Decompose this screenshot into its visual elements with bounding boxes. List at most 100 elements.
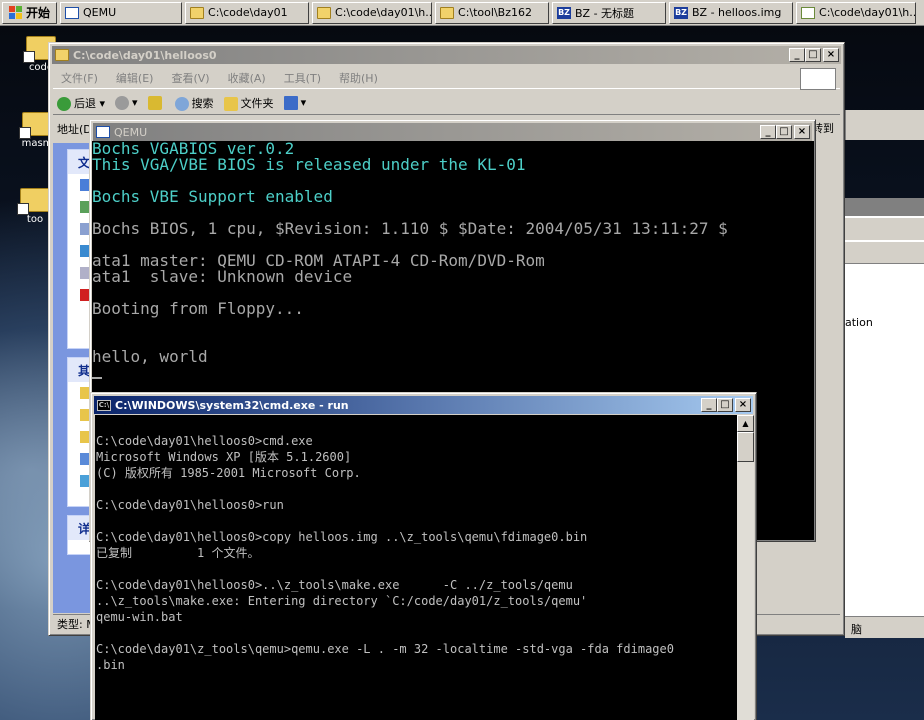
cmd-console-line: C:\code\day01\helloos0>..\z_tools\make.e…: [96, 578, 573, 592]
folders-label: 文件夹: [240, 96, 274, 110]
taskbar-button-label: C:\code\day01: [208, 6, 288, 19]
menu-file[interactable]: 文件(F): [61, 70, 98, 86]
taskbar-button-notepad[interactable]: C:\code\day01\h...: [796, 1, 917, 24]
maximize-button[interactable]: □: [805, 48, 821, 62]
qemu-window-icon: [96, 126, 110, 138]
background-window-label: ation: [845, 316, 873, 329]
menu-view[interactable]: 查看(V): [171, 70, 209, 86]
background-window-status: 脑: [845, 616, 924, 638]
cmd-console-line: C:\code\day01\helloos0>copy helloos.img …: [96, 530, 588, 544]
taskbar-button-helloos-folder[interactable]: C:\code\day01\h...: [312, 1, 433, 24]
folder-shortcut-icon: [17, 188, 50, 215]
search-label: 搜索: [191, 96, 214, 110]
search-icon: [174, 96, 189, 111]
views-icon: [283, 95, 298, 110]
views-button[interactable]: ▾: [283, 95, 306, 110]
folder-icon: [55, 49, 69, 61]
scroll-up-arrow-icon[interactable]: ▲: [737, 415, 754, 432]
close-button[interactable]: ×: [794, 125, 810, 139]
back-button[interactable]: 后退 ▾: [57, 95, 105, 111]
search-button[interactable]: 搜索: [174, 95, 214, 111]
folder-icon: [190, 6, 205, 19]
qemu-console-line: Bochs BIOS, 1 cpu, $Revision: 1.110 $ $D…: [92, 219, 728, 238]
cmd-console-line: [96, 561, 737, 577]
taskbar-button-qemu[interactable]: QEMU: [60, 1, 183, 24]
cmd-title: C:\WINDOWS\system32\cmd.exe - run: [115, 398, 349, 412]
background-window-address-area: [845, 110, 924, 140]
forward-button[interactable]: ▾: [115, 95, 138, 110]
bz-icon: BZ: [674, 6, 689, 19]
qemu-console-line: ata1 slave: Unknown device: [92, 267, 353, 286]
background-window: ation 脑: [845, 198, 924, 638]
minimize-button[interactable]: _: [789, 48, 805, 62]
cmd-window: C:\ C:\WINDOWS\system32\cmd.exe - run _ …: [90, 392, 757, 720]
cmd-console-line: [96, 417, 737, 433]
qemu-titlebar[interactable]: QEMU _ □ ×: [93, 123, 812, 141]
forward-arrow-icon: [115, 95, 130, 110]
cmd-console-line: (C) 版权所有 1985-2001 Microsoft Corp.: [96, 466, 361, 480]
taskbar-button-label: BZ - helloos.img: [692, 6, 782, 19]
explorer-toolbar: 后退 ▾ ▾ 搜索 文件夹 ▾: [53, 91, 840, 115]
start-button[interactable]: 开始: [2, 1, 58, 24]
qemu-cursor: [92, 365, 814, 381]
explorer-titlebar[interactable]: C:\code\day01\helloos0 _ □ ×: [52, 46, 841, 64]
close-button[interactable]: ×: [823, 48, 839, 62]
notepad-icon: [801, 6, 816, 19]
maximize-button[interactable]: □: [717, 398, 733, 412]
cmd-console-line: Microsoft Windows XP [版本 5.1.2600]: [96, 450, 352, 464]
taskbar-button-label: C:\code\day01\h...: [819, 6, 917, 19]
console-icon: C:\: [97, 399, 111, 411]
qemu-window-icon: [65, 6, 80, 19]
cmd-console-line: qemu-win.bat: [96, 610, 183, 624]
start-label: 开始: [26, 6, 51, 20]
taskbar-button-bz-helloos[interactable]: BZ BZ - helloos.img: [669, 1, 794, 24]
background-window-titlebar: [845, 198, 924, 216]
cmd-console[interactable]: C:\code\day01\helloos0>cmd.exe Microsoft …: [95, 415, 737, 720]
background-window-toolbar: [845, 242, 924, 264]
qemu-console-line: This VGA/VBE BIOS is released under the …: [92, 155, 526, 174]
qemu-console-line: hello, world: [92, 347, 208, 366]
taskbar-button-bz162-folder[interactable]: C:\tool\Bz162: [435, 1, 550, 24]
bz-icon: BZ: [557, 6, 572, 19]
cmd-scrollbar[interactable]: ▲: [737, 415, 754, 720]
taskbar-button-label: BZ - 无标题: [575, 6, 635, 20]
taskbar: 开始 QEMU C:\code\day01 C:\code\day01\h...…: [0, 0, 924, 26]
cmd-console-line: .bin: [96, 658, 125, 672]
maximize-button[interactable]: □: [776, 125, 792, 139]
scroll-thumb[interactable]: [737, 432, 754, 462]
cmd-console-line: 已复制 1 个文件。: [96, 546, 260, 560]
cmd-console-line: [96, 481, 737, 497]
cmd-console-line: ..\z_tools\make.exe: Entering directory …: [96, 594, 588, 608]
folder-icon: [440, 6, 455, 19]
windows-flag-icon: [800, 68, 836, 90]
up-folder-icon: [147, 95, 162, 110]
taskbar-button-bz-untitled[interactable]: BZ BZ - 无标题: [552, 1, 667, 24]
menu-tools[interactable]: 工具(T): [284, 70, 321, 86]
qemu-console-line: [92, 317, 814, 333]
folder-icon: [317, 6, 332, 19]
windows-logo-icon: [9, 5, 23, 20]
back-arrow-icon: [57, 96, 71, 111]
up-folder-button[interactable]: [147, 95, 165, 110]
cmd-console-line: C:\code\day01\helloos0>cmd.exe: [96, 434, 313, 448]
menu-edit[interactable]: 编辑(E): [116, 70, 154, 86]
explorer-menubar: 文件(F) 编辑(E) 查看(V) 收藏(A) 工具(T) 帮助(H): [53, 67, 840, 89]
menu-help[interactable]: 帮助(H): [339, 70, 378, 86]
close-button[interactable]: ×: [735, 398, 751, 412]
cmd-titlebar[interactable]: C:\ C:\WINDOWS\system32\cmd.exe - run _ …: [94, 396, 753, 414]
folders-icon: [223, 96, 238, 111]
qemu-title: QEMU: [114, 125, 148, 139]
back-label: 后退: [74, 96, 96, 110]
desktop-icon-label: too: [26, 214, 44, 225]
taskbar-button-day01-folder[interactable]: C:\code\day01: [185, 1, 310, 24]
minimize-button[interactable]: _: [701, 398, 717, 412]
background-window-menubar: [845, 218, 924, 240]
taskbar-button-label: C:\tool\Bz162: [458, 6, 532, 19]
minimize-button[interactable]: _: [760, 125, 776, 139]
qemu-console-line: Bochs VBE Support enabled: [92, 187, 333, 206]
folders-button[interactable]: 文件夹: [223, 95, 274, 111]
menu-favorites[interactable]: 收藏(A): [228, 70, 266, 86]
cmd-console-line: [96, 625, 737, 641]
cmd-console-line: C:\code\day01\helloos0>run: [96, 498, 284, 512]
taskbar-button-label: QEMU: [83, 6, 117, 19]
